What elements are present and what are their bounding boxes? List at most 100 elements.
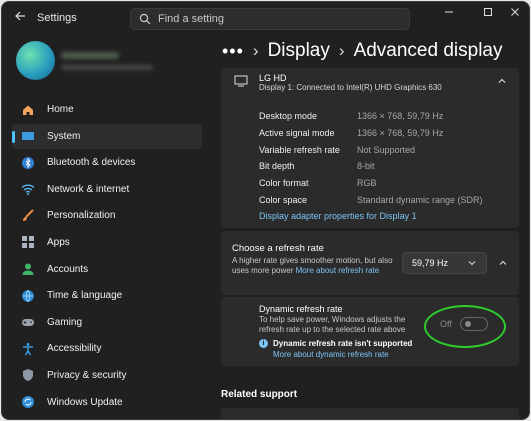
dynamic-refresh-toggle[interactable]: Off [440, 317, 488, 331]
info-row: Color space Standard dynamic range (SDR) [259, 195, 483, 212]
info-label: Color space [259, 194, 308, 205]
search-box[interactable] [130, 8, 410, 30]
accounts-icon [20, 261, 36, 277]
sidebar-item-privacy-security[interactable]: Privacy & security [12, 363, 202, 388]
toggle-state-label: Off [440, 319, 452, 329]
sidebar-item-accounts[interactable]: Accounts [12, 257, 202, 282]
sidebar-item-personalization[interactable]: Personalization [12, 203, 202, 228]
apps-icon [20, 234, 36, 250]
page-title: Advanced display [353, 40, 503, 61]
sidebar-item-label: Network & internet [47, 183, 130, 195]
info-icon: i [259, 339, 268, 348]
minimize-icon [445, 11, 453, 13]
shield-icon [20, 367, 36, 383]
update-icon [20, 394, 36, 410]
sidebar-item-label: Bluetooth & devices [47, 157, 136, 169]
dynamic-refresh-card: Dynamic refresh rate To help save power,… [221, 297, 519, 366]
display-info-card: LG HD Display 1: Connected to Intel(R) U… [221, 68, 519, 228]
sidebar-item-label: Privacy & security [47, 369, 127, 381]
info-label: Color format [259, 178, 309, 189]
title-bar: Settings [2, 2, 529, 34]
sidebar-item-label: Accessibility [47, 343, 102, 355]
close-icon [511, 8, 519, 16]
refresh-rate-dropdown[interactable]: 59,79 Hz [402, 252, 487, 274]
info-value: RGB [357, 178, 377, 189]
gamepad-icon [20, 314, 36, 330]
info-label: Active signal mode [259, 127, 335, 138]
refresh-rate-card: Choose a refresh rate A higher rate give… [221, 231, 519, 295]
user-name-redacted [61, 52, 119, 59]
info-value: 8-bit [357, 161, 375, 172]
sidebar-item-label: System [47, 130, 81, 142]
sidebar-item-network[interactable]: Network & internet [12, 177, 202, 202]
info-value: Not Supported [357, 144, 416, 155]
display-connection: Display 1: Connected to Intel(R) UHD Gra… [259, 83, 442, 92]
chevron-up-icon[interactable] [498, 258, 508, 268]
sidebar-item-time-language[interactable]: Time & language [12, 283, 202, 308]
chevron-down-icon [468, 261, 476, 266]
chevron-right-icon: › [338, 41, 345, 60]
search-input[interactable] [158, 13, 398, 25]
chevron-right-icon: › [252, 41, 259, 60]
more-about-dynamic-refresh-link[interactable]: More about dynamic refresh rate [273, 350, 389, 359]
sidebar-item-system[interactable]: System [12, 123, 202, 149]
chevron-up-icon[interactable] [497, 76, 507, 86]
display-adapter-properties-link[interactable]: Display adapter properties for Display 1 [259, 211, 417, 221]
sidebar-item-windows-update[interactable]: Windows Update [12, 390, 202, 415]
display-name: LG HD [259, 73, 287, 83]
settings-window: Settings Home System Bluetooth & devices [1, 1, 530, 420]
back-button[interactable] [10, 8, 30, 28]
maximize-button[interactable] [475, 6, 501, 22]
dynamic-refresh-description: To help save power, Windows adjusts the … [259, 315, 406, 334]
info-label: Bit depth [259, 161, 295, 172]
system-icon [20, 128, 36, 144]
sidebar-item-accessibility[interactable]: Accessibility [12, 336, 202, 361]
info-row: Desktop mode 1366 × 768, 59,79 Hz [259, 111, 483, 128]
sidebar-item-label: Accounts [47, 263, 89, 275]
info-label: Variable refresh rate [259, 144, 340, 155]
sidebar: Home System Bluetooth & devices Network … [12, 97, 202, 416]
wifi-icon [20, 181, 36, 197]
minimize-button[interactable] [436, 6, 462, 22]
breadcrumb: ••• › Display › Advanced display [222, 40, 503, 62]
accessibility-icon [20, 341, 36, 357]
sidebar-item-label: Time & language [47, 290, 123, 302]
toggle-knob [464, 321, 471, 327]
sidebar-item-apps[interactable]: Apps [12, 230, 202, 255]
breadcrumb-display-link[interactable]: Display [268, 40, 330, 62]
more-about-refresh-rate-link[interactable]: More about refresh rate [296, 266, 380, 275]
info-value: 1366 × 768, 59,79 Hz [357, 111, 444, 121]
maximize-icon [484, 8, 492, 16]
breadcrumb-overflow-button[interactable]: ••• [222, 41, 244, 62]
sidebar-item-gaming[interactable]: Gaming [12, 310, 202, 335]
sidebar-item-bluetooth[interactable]: Bluetooth & devices [12, 150, 202, 175]
sidebar-item-label: Windows Update [47, 396, 123, 408]
related-support-card[interactable] [221, 408, 519, 419]
globe-icon [20, 288, 36, 304]
sidebar-item-label: Gaming [47, 316, 83, 328]
sidebar-item-home[interactable]: Home [12, 97, 202, 122]
dynamic-refresh-title: Dynamic refresh rate [259, 304, 343, 314]
close-button[interactable] [502, 6, 528, 22]
sidebar-item-label: Personalization [47, 210, 116, 222]
info-value: 1366 × 768, 59,79 Hz [357, 127, 444, 138]
sidebar-item-label: Home [47, 104, 74, 115]
related-support-heading: Related support [221, 389, 298, 400]
monitor-icon [234, 75, 248, 87]
info-row: Bit depth 8-bit [259, 161, 483, 178]
refresh-rate-description: A higher rate gives smoother motion, but… [232, 256, 402, 276]
home-icon [20, 102, 36, 118]
search-icon [139, 13, 151, 25]
toggle-switch[interactable] [459, 317, 488, 331]
info-value: Standard dynamic range (SDR) [357, 194, 483, 205]
dynamic-refresh-warning: Dynamic refresh rate isn't supported [273, 339, 413, 348]
bluetooth-icon [20, 155, 36, 171]
brush-icon [20, 208, 36, 224]
display-info-table: Desktop mode 1366 × 768, 59,79 Hz Active … [259, 111, 483, 212]
refresh-rate-title: Choose a refresh rate [232, 243, 324, 254]
refresh-rate-value: 59,79 Hz [412, 258, 449, 268]
info-row: Variable refresh rate Not Supported [259, 145, 483, 162]
info-label: Desktop mode [259, 111, 318, 121]
avatar[interactable] [16, 41, 55, 80]
info-row: Active signal mode 1366 × 768, 59,79 Hz [259, 128, 483, 145]
